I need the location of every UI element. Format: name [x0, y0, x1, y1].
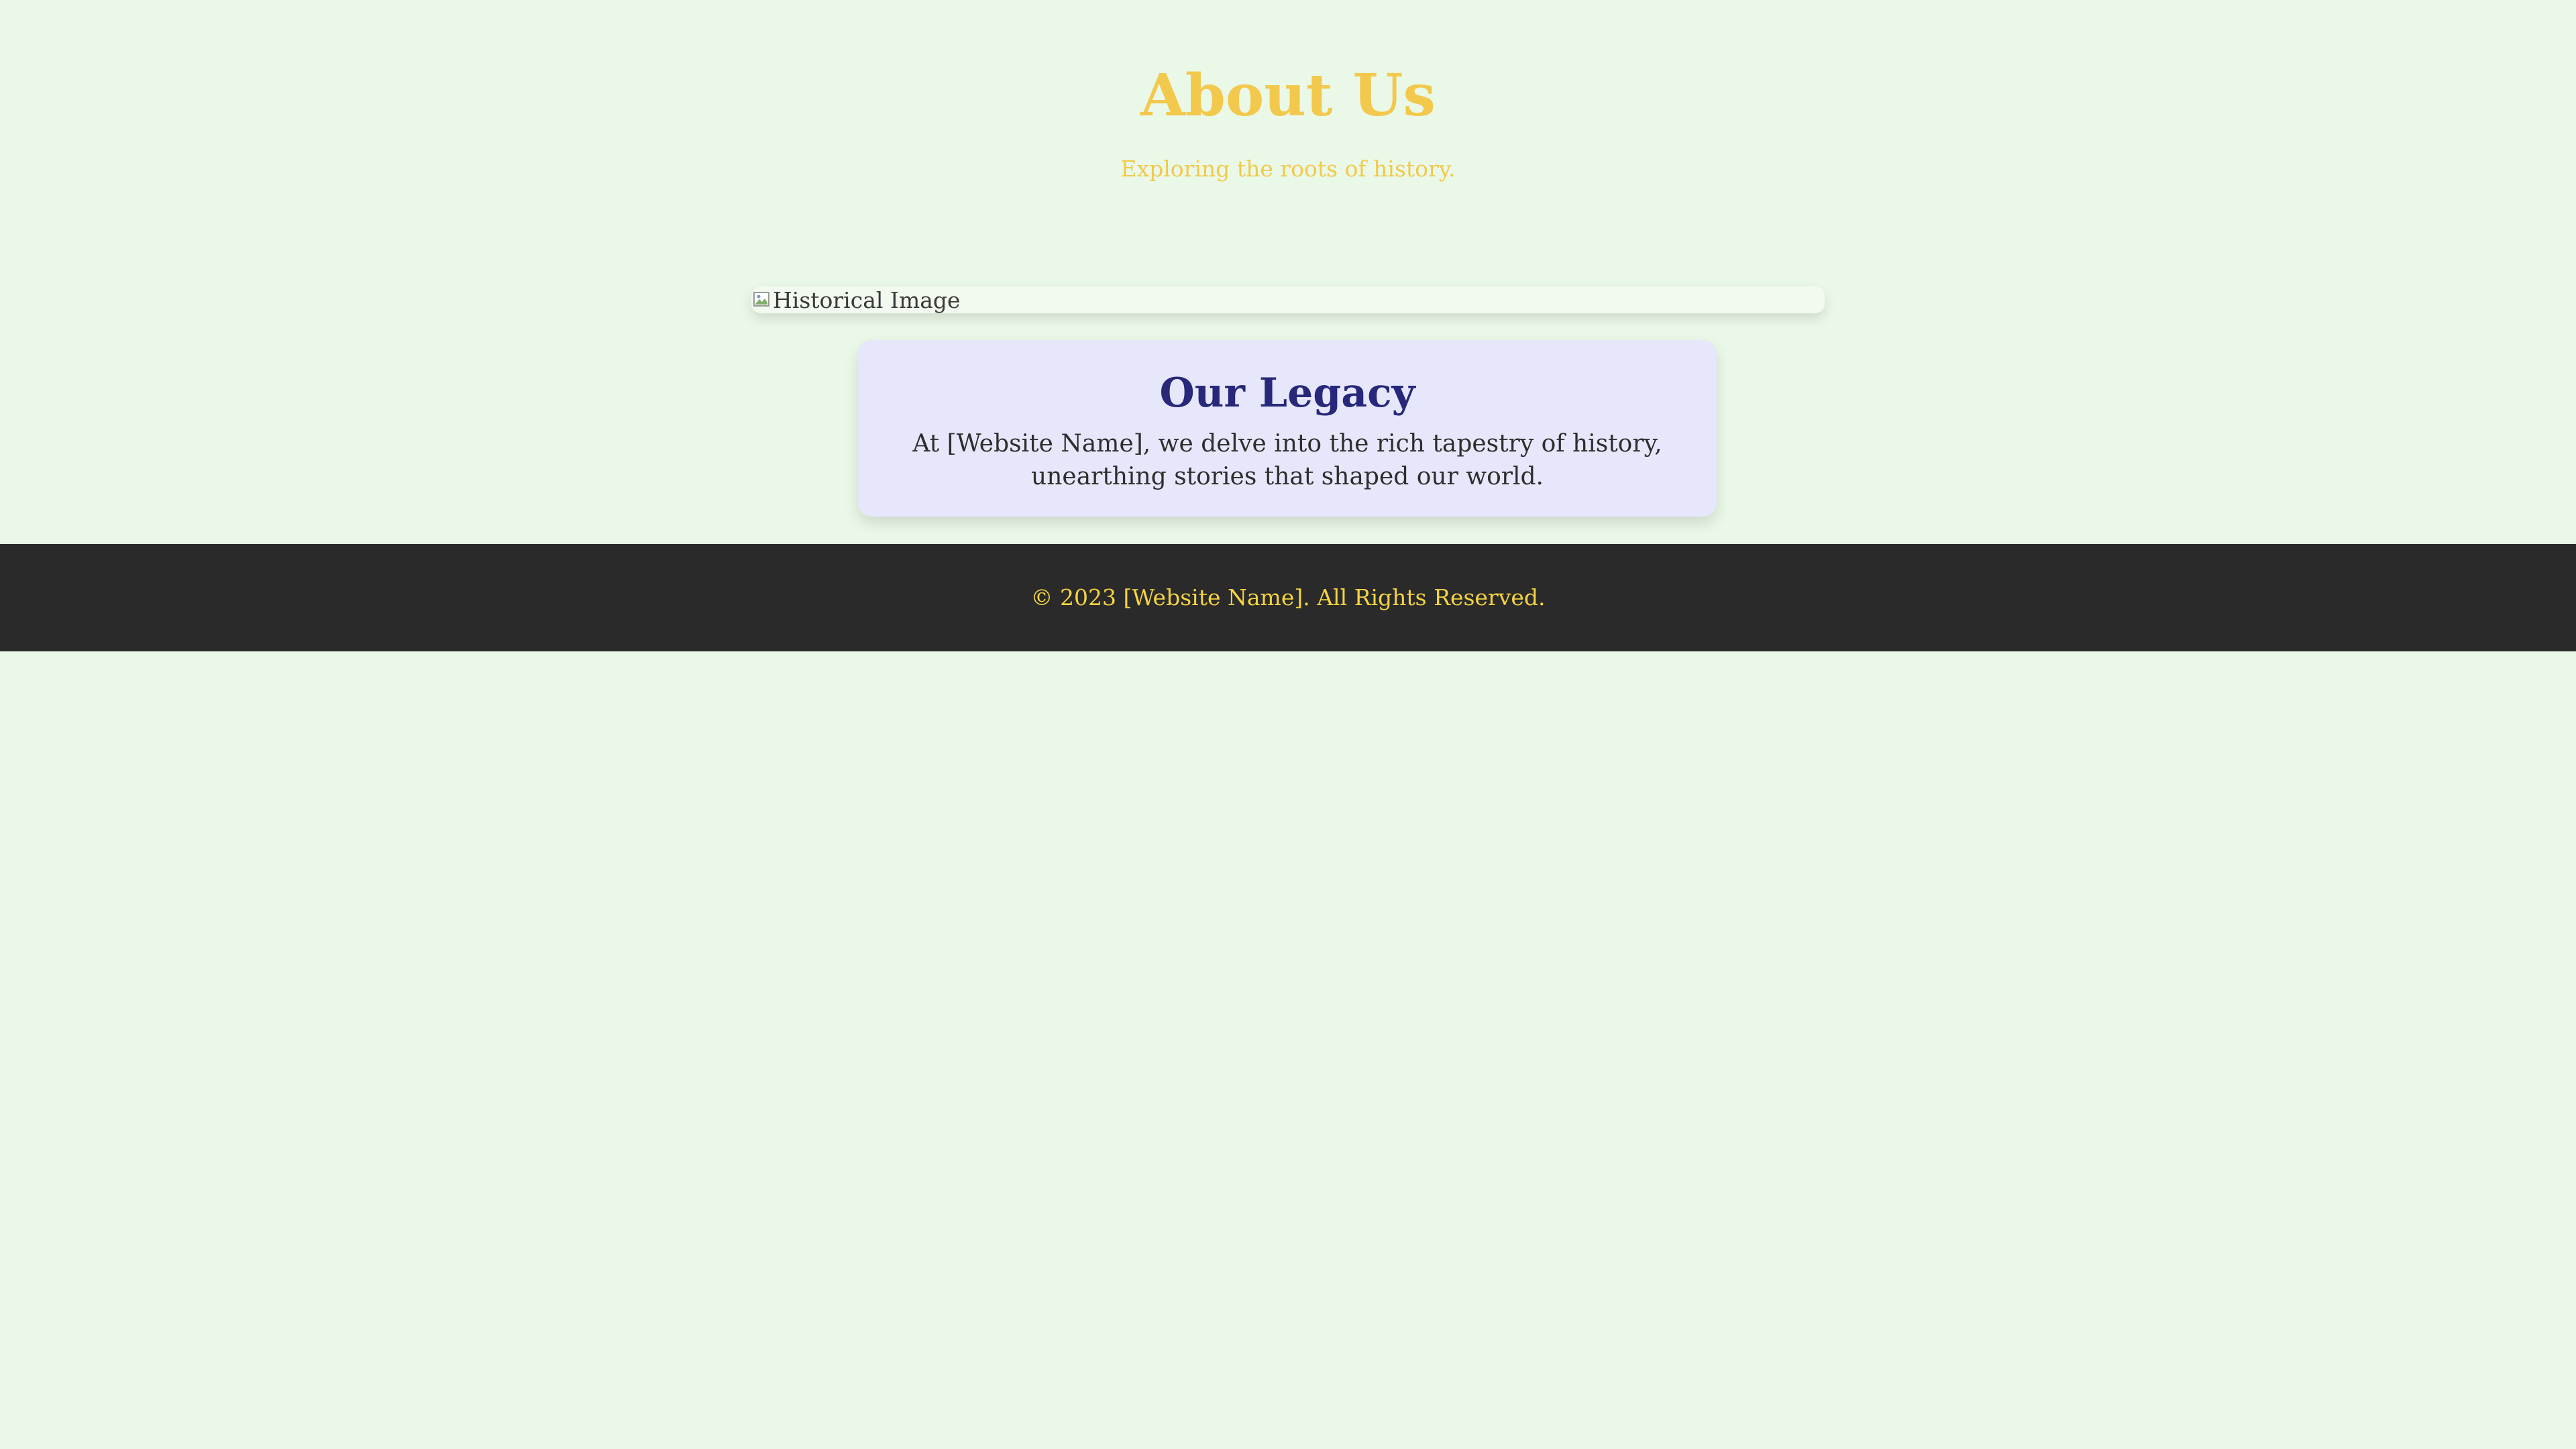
broken-image-icon: [753, 290, 771, 309]
legacy-card: Our Legacy At [Website Name], we delve i…: [858, 340, 1717, 517]
image-alt-text: Historical Image: [773, 286, 961, 313]
footer-copyright: © 2023 [Website Name]. All Rights Reserv…: [1030, 584, 1546, 610]
historical-image: Historical Image: [751, 286, 1825, 313]
page-title: About Us: [1140, 62, 1436, 129]
legacy-body: At [Website Name], we delve into the ric…: [912, 430, 1662, 490]
page-footer: © 2023 [Website Name]. All Rights Reserv…: [0, 544, 2576, 651]
page-subtitle: Exploring the roots of history.: [1120, 156, 1456, 182]
about-page: About Us Exploring the roots of history.…: [0, 0, 2576, 1449]
legacy-heading: Our Legacy: [1159, 370, 1415, 417]
page-header: About Us Exploring the roots of history.: [0, 0, 2576, 182]
